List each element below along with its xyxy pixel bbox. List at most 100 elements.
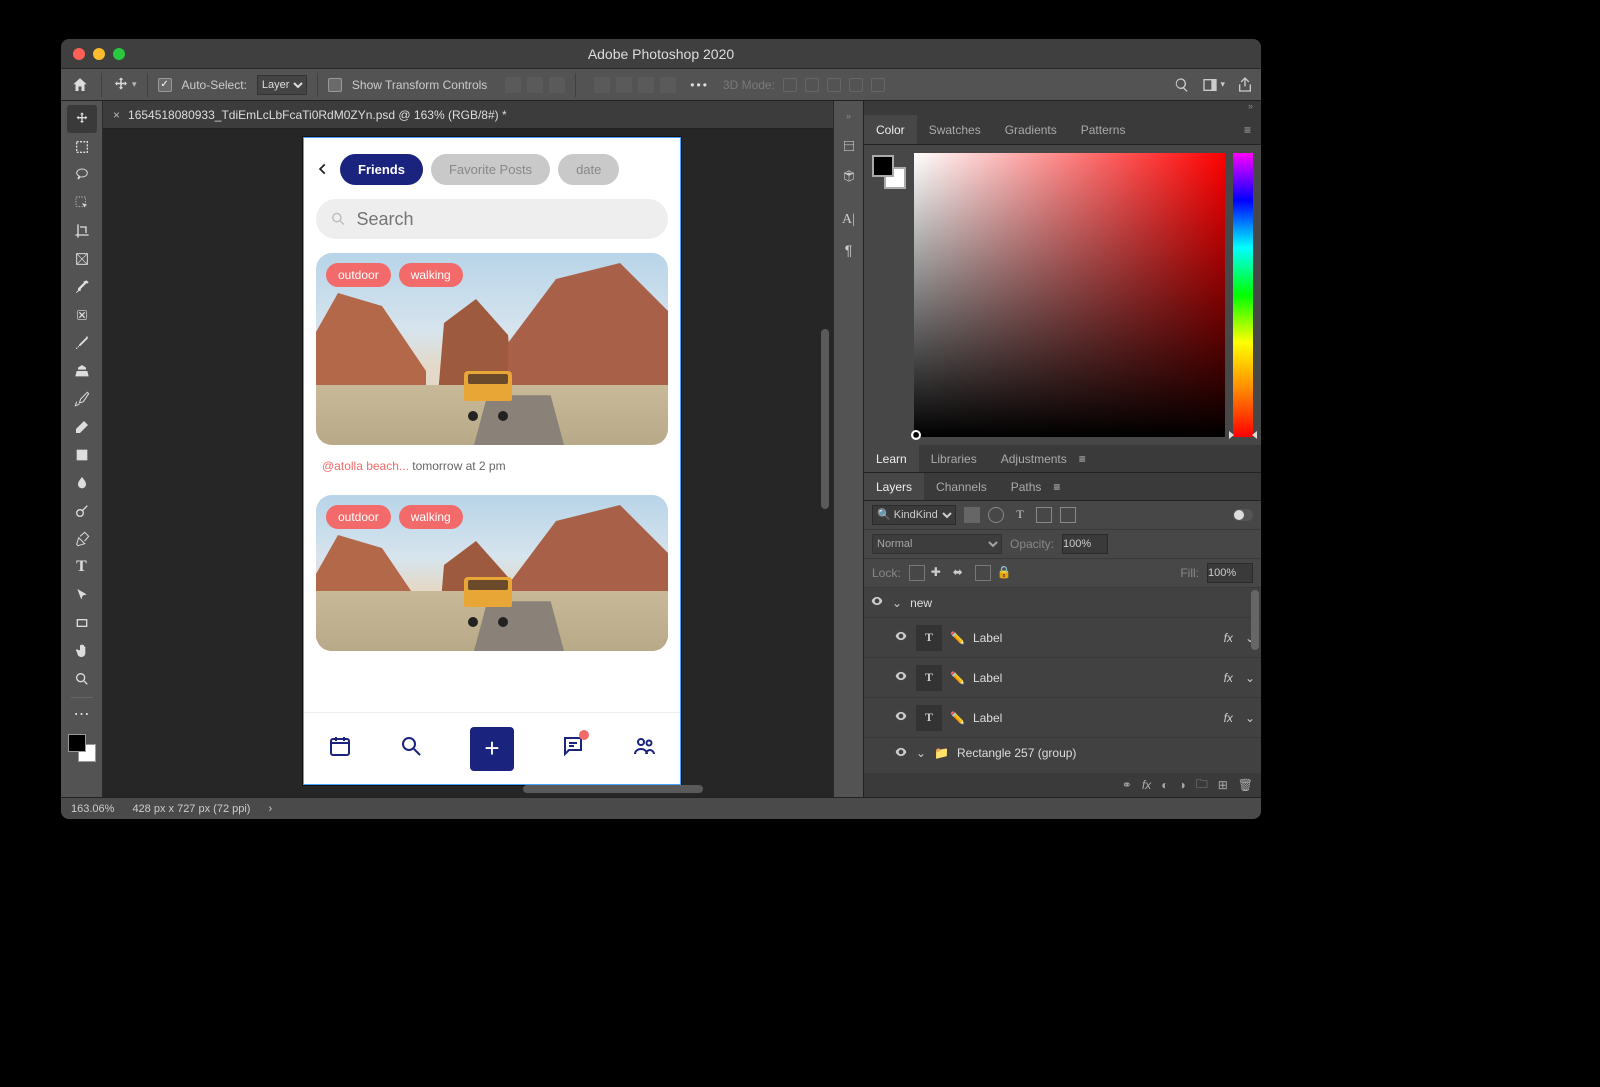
visibility-icon[interactable] bbox=[894, 709, 908, 726]
visibility-icon[interactable] bbox=[894, 669, 908, 686]
post-card[interactable]: outdoor walking bbox=[316, 253, 668, 445]
link-layers-icon[interactable]: ⚭ bbox=[1122, 778, 1132, 792]
adjustment-layer-icon[interactable]: ◑ bbox=[1178, 778, 1185, 792]
tab-adjustments[interactable]: Adjustments bbox=[989, 445, 1079, 472]
nav-people-icon[interactable] bbox=[632, 734, 656, 763]
lock-pixels-icon[interactable] bbox=[909, 565, 925, 581]
object-select-tool[interactable] bbox=[67, 189, 97, 217]
home-button[interactable] bbox=[69, 74, 91, 96]
back-icon[interactable] bbox=[316, 162, 332, 178]
paragraph-panel-icon[interactable]: ¶ bbox=[834, 235, 863, 265]
panel-menu-icon[interactable]: ≡ bbox=[1079, 452, 1086, 466]
filter-adjust-icon[interactable] bbox=[988, 507, 1004, 523]
layer-mask-icon[interactable]: ◐ bbox=[1161, 778, 1168, 792]
tab-paths[interactable]: Paths bbox=[999, 473, 1054, 500]
new-group-icon[interactable]: 🗀 bbox=[1196, 775, 1208, 796]
color-swatches[interactable] bbox=[68, 734, 96, 762]
canvas-scrollbar-horizontal[interactable] bbox=[523, 785, 703, 793]
tab-gradients[interactable]: Gradients bbox=[993, 115, 1069, 144]
crop-tool[interactable] bbox=[67, 217, 97, 245]
path-select-tool[interactable] bbox=[67, 581, 97, 609]
layer-group[interactable]: ⌄ 📁 Rectangle 257 (group) bbox=[864, 738, 1261, 768]
nav-chat-icon[interactable] bbox=[561, 734, 585, 763]
filter-pixel-icon[interactable] bbox=[964, 507, 980, 523]
close-window-button[interactable] bbox=[73, 48, 85, 60]
filter-friends[interactable]: Friends bbox=[340, 154, 423, 185]
artboard[interactable]: Friends Favorite Posts date bbox=[303, 137, 681, 785]
lasso-tool[interactable] bbox=[67, 161, 97, 189]
history-brush-tool[interactable] bbox=[67, 385, 97, 413]
delete-layer-icon[interactable]: 🗑 bbox=[1238, 778, 1253, 792]
expand-icon[interactable]: ⌄ bbox=[916, 746, 926, 760]
zoom-value[interactable]: 163.06% bbox=[71, 803, 114, 815]
opacity-input[interactable] bbox=[1062, 534, 1108, 554]
nav-add-button[interactable]: + bbox=[470, 727, 514, 771]
lock-nest-icon[interactable] bbox=[975, 565, 991, 581]
search-input[interactable] bbox=[357, 209, 654, 230]
blend-mode-select[interactable]: Normal bbox=[872, 534, 1002, 554]
lock-artboard-icon[interactable]: ⬌ bbox=[953, 565, 969, 581]
tab-layers[interactable]: Layers bbox=[864, 473, 924, 500]
visibility-icon[interactable] bbox=[894, 629, 908, 646]
gradient-tool[interactable] bbox=[67, 441, 97, 469]
lock-all-icon[interactable]: 🔒 bbox=[997, 565, 1013, 581]
search-icon[interactable] bbox=[1174, 77, 1190, 93]
more-options-icon[interactable]: ••• bbox=[690, 78, 709, 92]
zoom-tool[interactable] bbox=[67, 665, 97, 693]
marquee-tool[interactable] bbox=[67, 133, 97, 161]
document-tab[interactable]: 1654518080933_TdiEmLcLbFcaTi0RdM0ZYn.psd… bbox=[128, 108, 507, 122]
eyedropper-tool[interactable] bbox=[67, 273, 97, 301]
fill-input[interactable] bbox=[1207, 563, 1253, 583]
close-tab-icon[interactable]: × bbox=[113, 108, 120, 122]
workspace-switcher[interactable]: ▾ bbox=[1202, 77, 1225, 93]
hand-tool[interactable] bbox=[67, 637, 97, 665]
panel-menu-icon[interactable]: ≡ bbox=[1053, 480, 1060, 494]
align-left-icon[interactable] bbox=[505, 77, 521, 93]
move-tool[interactable] bbox=[67, 105, 97, 133]
auto-select-checkbox[interactable] bbox=[158, 78, 172, 92]
doc-info-caret-icon[interactable]: › bbox=[268, 803, 272, 815]
fx-badge[interactable]: fx bbox=[1224, 711, 1233, 725]
filter-favorite[interactable]: Favorite Posts bbox=[431, 154, 550, 185]
layer-filter-kind[interactable]: 🔍 KindKind bbox=[872, 505, 956, 525]
character-panel-icon[interactable]: A| bbox=[834, 205, 863, 235]
align-middle-icon[interactable] bbox=[616, 77, 632, 93]
filter-type-icon[interactable]: T bbox=[1012, 507, 1028, 523]
filter-shape-icon[interactable] bbox=[1036, 507, 1052, 523]
new-layer-icon[interactable]: ⊞ bbox=[1218, 778, 1228, 792]
nav-calendar-icon[interactable] bbox=[328, 734, 352, 763]
move-tool-indicator[interactable]: ▾ bbox=[112, 76, 137, 94]
minimize-window-button[interactable] bbox=[93, 48, 105, 60]
layer-item[interactable]: T ✏️ Label fx⌄ bbox=[864, 698, 1261, 738]
blur-tool[interactable] bbox=[67, 469, 97, 497]
tab-color[interactable]: Color bbox=[864, 115, 917, 144]
fx-badge[interactable]: fx bbox=[1224, 671, 1233, 685]
show-transform-checkbox[interactable] bbox=[328, 78, 342, 92]
tab-swatches[interactable]: Swatches bbox=[917, 115, 993, 144]
frame-tool[interactable] bbox=[67, 245, 97, 273]
post-card-2[interactable]: outdoor walking bbox=[316, 495, 668, 651]
share-icon[interactable] bbox=[1237, 77, 1253, 93]
type-tool[interactable]: T bbox=[67, 553, 97, 581]
tab-channels[interactable]: Channels bbox=[924, 473, 999, 500]
layer-fx-icon[interactable]: fx bbox=[1142, 778, 1151, 792]
visibility-icon[interactable] bbox=[894, 745, 908, 762]
filter-date[interactable]: date bbox=[558, 154, 619, 185]
lock-position-icon[interactable]: ✚ bbox=[931, 565, 947, 581]
fg-bg-swatch[interactable] bbox=[872, 155, 906, 189]
canvas[interactable]: Friends Favorite Posts date bbox=[103, 129, 833, 797]
tag-outdoor[interactable]: outdoor bbox=[326, 505, 391, 529]
tab-libraries[interactable]: Libraries bbox=[919, 445, 989, 472]
layer-group[interactable]: ⌄ new bbox=[864, 588, 1261, 618]
edit-toolbar-icon[interactable]: ⋯ bbox=[67, 700, 97, 728]
eraser-tool[interactable] bbox=[67, 413, 97, 441]
tab-learn[interactable]: Learn bbox=[864, 445, 919, 472]
layers-scrollbar[interactable] bbox=[1251, 590, 1259, 650]
3d-panel-icon[interactable] bbox=[834, 161, 863, 191]
tag-walking[interactable]: walking bbox=[399, 505, 463, 529]
search-field[interactable] bbox=[316, 199, 668, 239]
zoom-window-button[interactable] bbox=[113, 48, 125, 60]
expand-icon[interactable]: ⌄ bbox=[892, 596, 902, 610]
filter-toggle[interactable] bbox=[1233, 509, 1253, 521]
brush-tool[interactable] bbox=[67, 329, 97, 357]
